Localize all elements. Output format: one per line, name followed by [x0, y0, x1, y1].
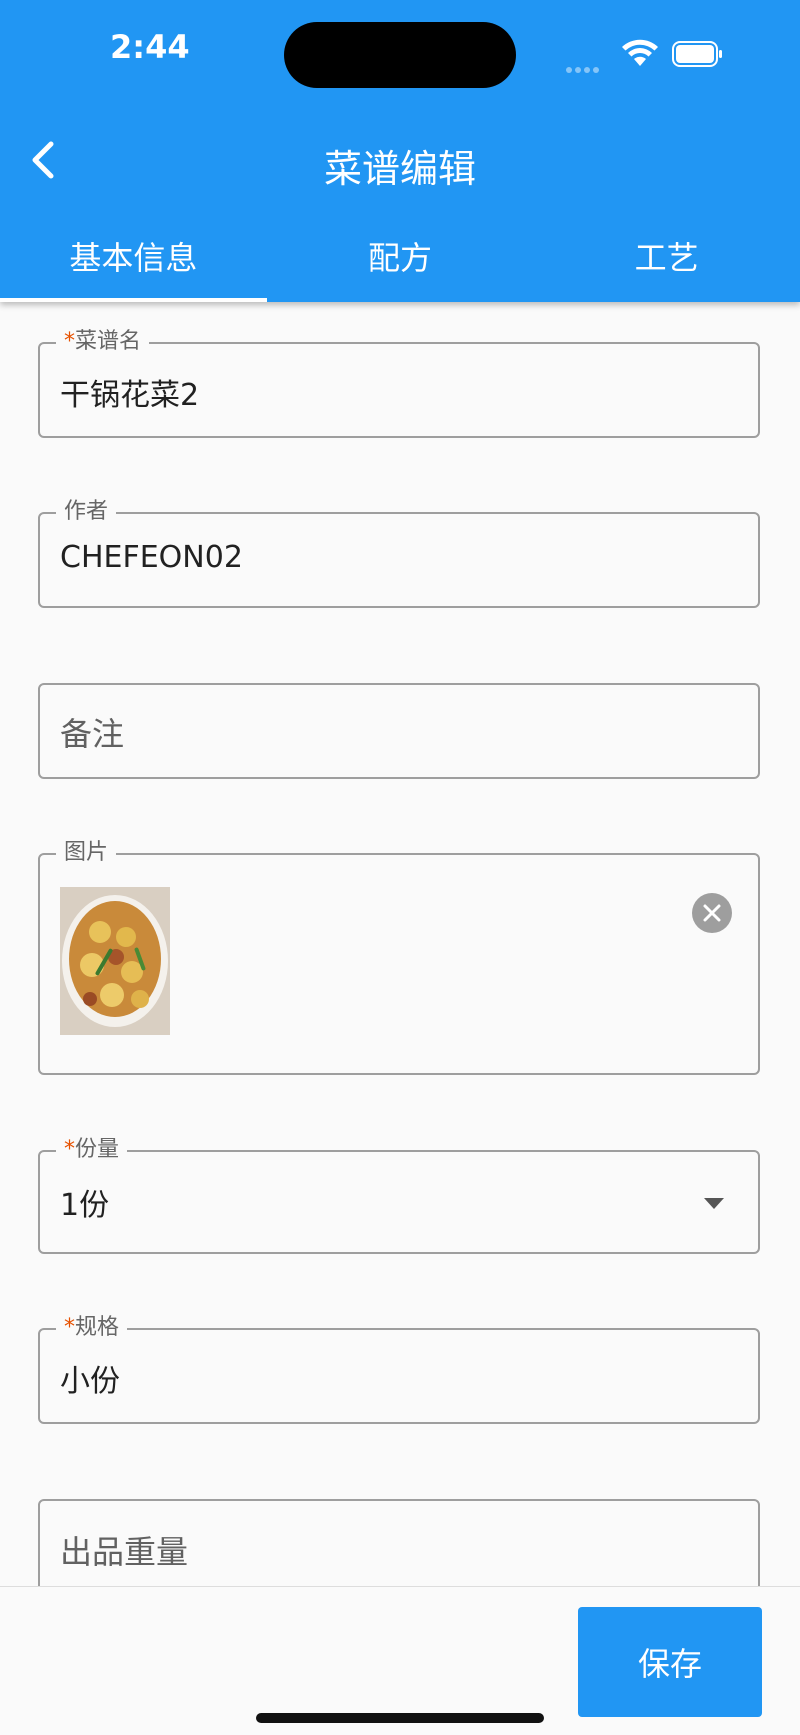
status-time: 2:44 [110, 28, 190, 66]
recipe-name-value: 干锅花菜2 [60, 378, 200, 413]
wifi-icon [622, 39, 658, 66]
author-label: 作者 [56, 499, 117, 525]
battery-icon [672, 41, 722, 67]
save-button[interactable]: 保存 [578, 1607, 762, 1717]
notes-field[interactable]: 备注 [38, 683, 760, 779]
page-title: 菜谱编辑 [323, 147, 476, 191]
spec-field[interactable]: *规格 小份 [38, 1315, 760, 1424]
spec-value: 小份 [60, 1364, 120, 1399]
portion-label: *份量 [56, 1137, 128, 1163]
remove-image-button[interactable] [692, 893, 732, 933]
bottom-bar: 保存 [0, 1586, 800, 1735]
author-value: CHEFEON02 [60, 540, 243, 575]
portion-value: 1份 [60, 1188, 110, 1223]
cellular-signal-icon [566, 58, 610, 73]
tab-bar: 基本信息 配方 工艺 [0, 234, 800, 302]
tab-formula[interactable]: 配方 [267, 234, 534, 302]
spec-label: *规格 [56, 1315, 128, 1341]
recipe-name-label: *菜谱名 [56, 329, 150, 355]
image-label: 图片 [56, 840, 117, 866]
output-weight-placeholder: 出品重量 [60, 1533, 189, 1571]
image-field: 图片 [38, 840, 760, 1075]
recipe-image-thumbnail[interactable] [60, 887, 170, 1035]
tab-process[interactable]: 工艺 [533, 234, 800, 302]
output-weight-field[interactable]: 出品重量 [38, 1499, 760, 1588]
close-icon [703, 904, 721, 922]
notes-placeholder: 备注 [60, 715, 125, 753]
home-indicator [256, 1713, 544, 1723]
app-bar: 2:44 菜谱编辑 基本信息 配方 工艺 [0, 0, 800, 302]
tab-basic-info[interactable]: 基本信息 [0, 234, 267, 302]
dynamic-island [284, 22, 516, 88]
author-field[interactable]: 作者 CHEFEON02 [38, 499, 760, 608]
form-content: *菜谱名 干锅花菜2 作者 CHEFEON02 备注 图片 *份量 1份 *规格… [0, 302, 800, 1588]
portion-select[interactable]: *份量 1份 [38, 1137, 760, 1254]
dropdown-arrow-icon [704, 1198, 724, 1209]
recipe-name-field[interactable]: *菜谱名 干锅花菜2 [38, 329, 760, 438]
